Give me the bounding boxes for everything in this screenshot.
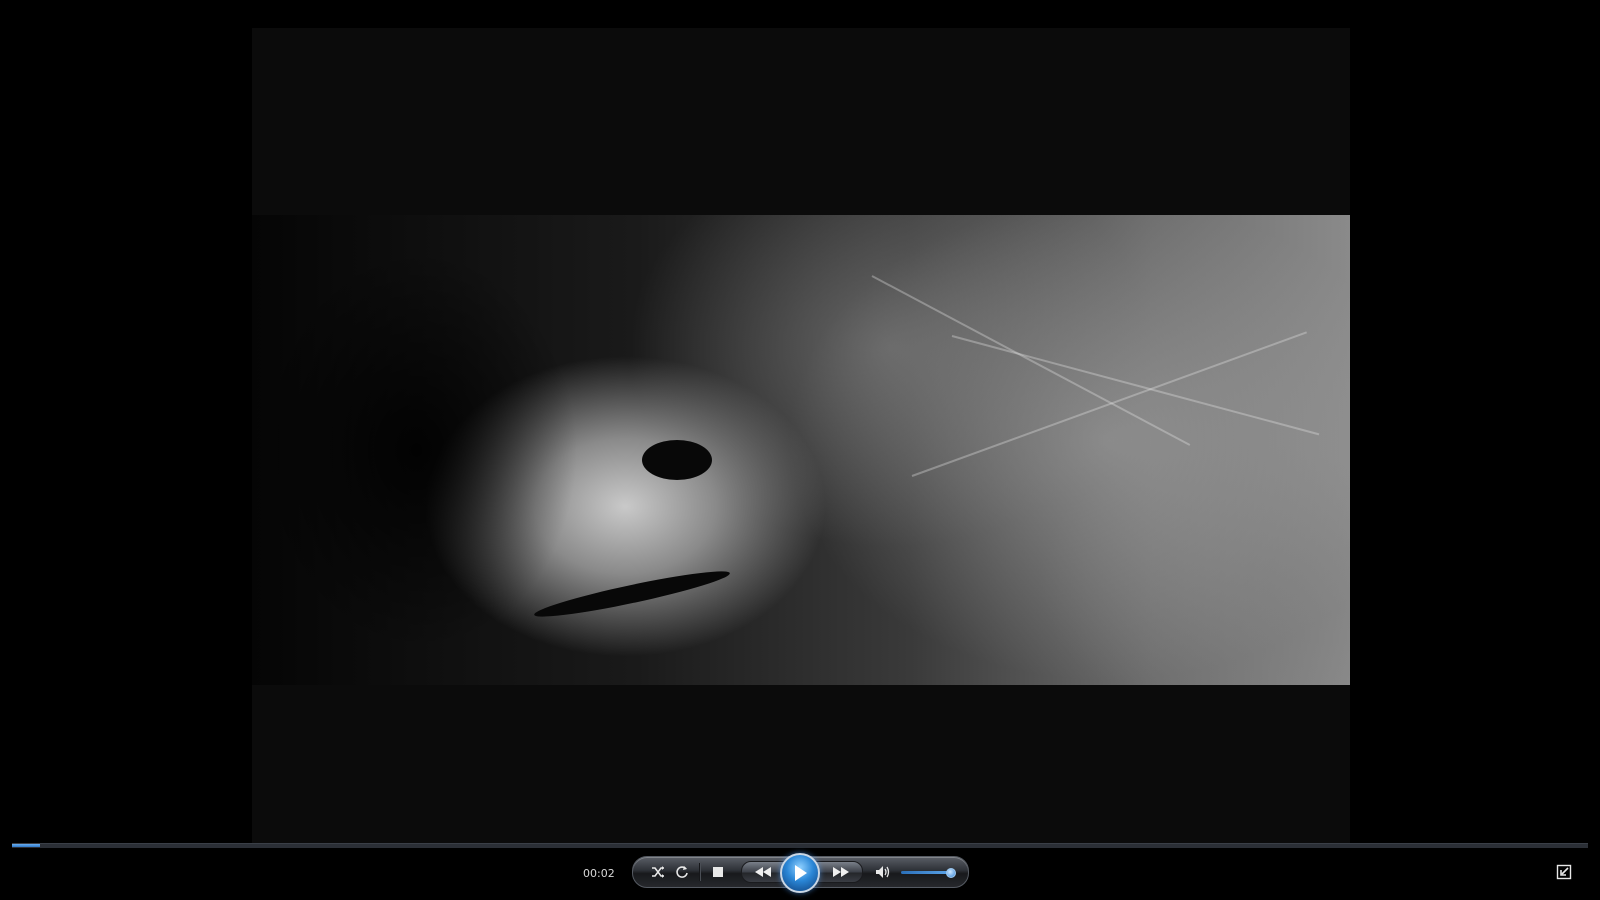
control-bar: 00:02 bbox=[0, 848, 1600, 900]
previous-button[interactable] bbox=[748, 864, 778, 880]
fast-forward-icon bbox=[833, 867, 849, 877]
video-detail bbox=[642, 440, 712, 480]
media-player: 00:02 bbox=[0, 0, 1600, 900]
current-time: 00:02 bbox=[583, 867, 615, 880]
stop-icon bbox=[713, 867, 723, 877]
mute-button[interactable] bbox=[873, 863, 893, 881]
speaker-icon bbox=[876, 866, 890, 878]
next-button[interactable] bbox=[826, 864, 856, 880]
volume-thumb[interactable] bbox=[945, 868, 956, 878]
play-icon bbox=[795, 865, 807, 881]
exit-fullscreen-icon bbox=[1556, 864, 1572, 880]
rewind-icon bbox=[755, 867, 771, 877]
play-button[interactable] bbox=[780, 853, 820, 893]
fullscreen-toggle-button[interactable] bbox=[1556, 864, 1572, 880]
repeat-button[interactable] bbox=[673, 863, 691, 881]
separator bbox=[699, 863, 701, 881]
seek-progress bbox=[12, 844, 41, 847]
volume-slider[interactable] bbox=[901, 868, 956, 878]
shuffle-icon bbox=[652, 866, 664, 878]
video-shadow bbox=[252, 215, 1350, 685]
video-content bbox=[252, 215, 1350, 685]
shuffle-button[interactable] bbox=[649, 863, 667, 881]
transport-controls bbox=[632, 853, 969, 893]
video-area[interactable] bbox=[0, 0, 1600, 872]
stop-button[interactable] bbox=[709, 863, 727, 881]
repeat-icon bbox=[676, 866, 688, 878]
